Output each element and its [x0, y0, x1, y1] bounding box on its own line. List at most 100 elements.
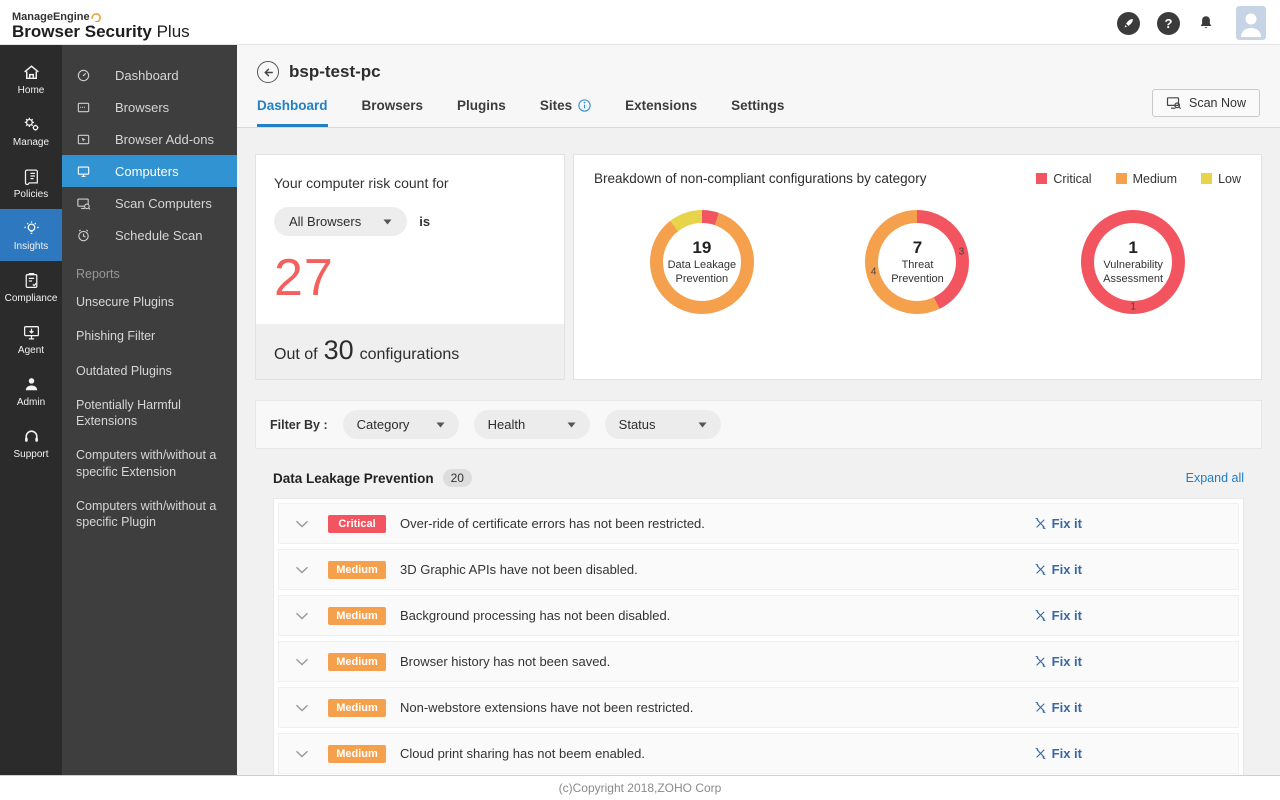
rail-item-insights[interactable]: Insights [0, 209, 62, 261]
chevron-down-icon[interactable] [295, 750, 309, 758]
help-icon[interactable]: ? [1157, 12, 1180, 35]
chevron-down-icon[interactable] [295, 520, 309, 528]
sidebar-report-computers-with-without-a-specific-plugin[interactable]: Computers with/without a specific Plugin [62, 489, 237, 540]
chevron-down-icon [698, 422, 707, 428]
browser-filter-dropdown[interactable]: All Browsers [274, 207, 407, 236]
tab-plugins[interactable]: Plugins [457, 98, 506, 127]
back-button[interactable] [257, 61, 279, 83]
rail-item-home[interactable]: Home [0, 53, 62, 105]
chevron-down-icon[interactable] [295, 704, 309, 712]
tab-sites[interactable]: Sites [540, 98, 591, 127]
sidebar-item-scan-computers[interactable]: Scan Computers [62, 187, 237, 219]
app: ManageEngine Browser Security Plus ? Hom… [0, 0, 1280, 800]
chart-legend: CriticalMediumLow [1036, 172, 1241, 186]
content-area: bsp-test-pc DashboardBrowsersPluginsSite… [237, 45, 1280, 775]
donut-value: 7 [913, 238, 922, 258]
rail-item-label: Agent [0, 345, 62, 356]
sidebar-item-browser-add-ons[interactable]: Browser Add-ons [62, 123, 237, 155]
info-icon[interactable] [578, 99, 591, 112]
home-icon [22, 63, 41, 82]
tab-browsers[interactable]: Browsers [362, 98, 424, 127]
fix-it-button[interactable]: Fix it [1034, 516, 1082, 531]
issue-row[interactable]: MediumBrowser history has not been saved… [278, 641, 1239, 682]
sidebar-item-label: Browsers [115, 100, 169, 115]
fix-it-button[interactable]: Fix it [1034, 700, 1082, 715]
sidebar-item-schedule-scan[interactable]: Schedule Scan [62, 219, 237, 251]
sidebar-report-potentially-harmful-extensions[interactable]: Potentially Harmful Extensions [62, 388, 237, 439]
sidebar-item-computers[interactable]: Computers [62, 155, 237, 187]
legend-item-critical: Critical [1036, 172, 1091, 186]
rail-item-policies[interactable]: Policies [0, 157, 62, 209]
issues-list: Critical Over-ride of certificate errors … [273, 498, 1244, 775]
notifications-icon[interactable] [1197, 14, 1215, 32]
chevron-down-icon[interactable] [295, 612, 309, 620]
legend-swatch [1036, 173, 1047, 184]
tab-settings[interactable]: Settings [731, 98, 784, 127]
sidebar-item-label: Computers [115, 164, 179, 179]
sidebar-report-phishing-filter[interactable]: Phishing Filter [62, 319, 237, 353]
severity-badge: Medium [328, 561, 386, 579]
filter-dropdown-value: Category [357, 417, 410, 432]
fix-it-label: Fix it [1052, 608, 1082, 623]
chevron-down-icon[interactable] [295, 566, 309, 574]
tab-extensions[interactable]: Extensions [625, 98, 697, 127]
fix-it-button[interactable]: Fix it [1034, 562, 1082, 577]
category-count-badge: 20 [443, 469, 472, 487]
tab-label: Sites [540, 98, 572, 113]
sidebar-report-computers-with-without-a-specific-extens[interactable]: Computers with/without a specific Extens… [62, 438, 237, 489]
help-glyph: ? [1165, 16, 1173, 31]
severity-badge: Medium [328, 653, 386, 671]
scan-now-button[interactable]: Scan Now [1152, 89, 1260, 117]
rail-item-label: Home [0, 85, 62, 96]
support-icon [22, 427, 41, 446]
severity-badge: Critical [328, 515, 386, 533]
gears-icon [22, 115, 41, 134]
filter-dropdown-value: Status [619, 417, 656, 432]
sidebar-report-outdated-plugins[interactable]: Outdated Plugins [62, 354, 237, 388]
breakdown-title: Breakdown of non-compliant configuration… [594, 171, 926, 186]
rail-item-admin[interactable]: Admin [0, 365, 62, 417]
fix-it-button[interactable]: Fix it [1034, 608, 1082, 623]
rail-item-agent[interactable]: Agent [0, 313, 62, 365]
severity-badge: Medium [328, 607, 386, 625]
donut-label: Threat Prevention [877, 258, 957, 287]
rocket-icon[interactable] [1117, 12, 1140, 35]
donut-chart-threat-prevention: 7Threat Prevention34 [842, 210, 992, 314]
issue-text: Over-ride of certificate errors has not … [400, 516, 705, 531]
compliance-icon [22, 271, 41, 290]
sidebar-report-unsecure-plugins[interactable]: Unsecure Plugins [62, 285, 237, 319]
dashboard-icon [76, 68, 103, 83]
legend-swatch [1201, 173, 1212, 184]
filter-dropdown-health[interactable]: Health [474, 410, 590, 439]
rail-item-manage[interactable]: Manage [0, 105, 62, 157]
issue-row[interactable]: Medium3D Graphic APIs have not been disa… [278, 549, 1239, 590]
brand-suffix-text: Plus [157, 22, 190, 41]
filter-by-label: Filter By : [270, 418, 328, 432]
fix-it-button[interactable]: Fix it [1034, 654, 1082, 669]
fix-it-button[interactable]: Fix it [1034, 746, 1082, 761]
brand-main-text: Browser Security [12, 22, 152, 41]
tab-dashboard[interactable]: Dashboard [257, 98, 328, 127]
scan-icon [76, 196, 103, 211]
issue-row[interactable]: Critical Over-ride of certificate errors … [278, 503, 1239, 544]
tab-label: Dashboard [257, 98, 328, 113]
expand-all-link[interactable]: Expand all [1186, 471, 1244, 485]
category-title: Data Leakage Prevention [273, 471, 434, 486]
filter-dropdown-category[interactable]: Category [343, 410, 459, 439]
issue-row[interactable]: MediumBackground processing has not been… [278, 595, 1239, 636]
sidebar-item-browsers[interactable]: Browsers [62, 91, 237, 123]
brand-logo: ManageEngine Browser Security Plus [12, 11, 190, 42]
avatar[interactable] [1236, 6, 1266, 40]
legend-item-medium: Medium [1116, 172, 1177, 186]
donut-chart-vulnerability-assessment: 1Vulnerability Assessment1 [1058, 210, 1208, 314]
rail-item-compliance[interactable]: Compliance [0, 261, 62, 313]
sidebar-item-label: Schedule Scan [115, 228, 202, 243]
rail-item-support[interactable]: Support [0, 417, 62, 469]
chevron-down-icon[interactable] [295, 658, 309, 666]
issue-row[interactable]: MediumNon-webstore extensions have not b… [278, 687, 1239, 728]
filter-dropdown-status[interactable]: Status [605, 410, 721, 439]
sidebar-item-dashboard[interactable]: Dashboard [62, 59, 237, 91]
sidebar-item-label: Browser Add-ons [115, 132, 214, 147]
tab-label: Extensions [625, 98, 697, 113]
issue-row[interactable]: MediumCloud print sharing has not beem e… [278, 733, 1239, 774]
